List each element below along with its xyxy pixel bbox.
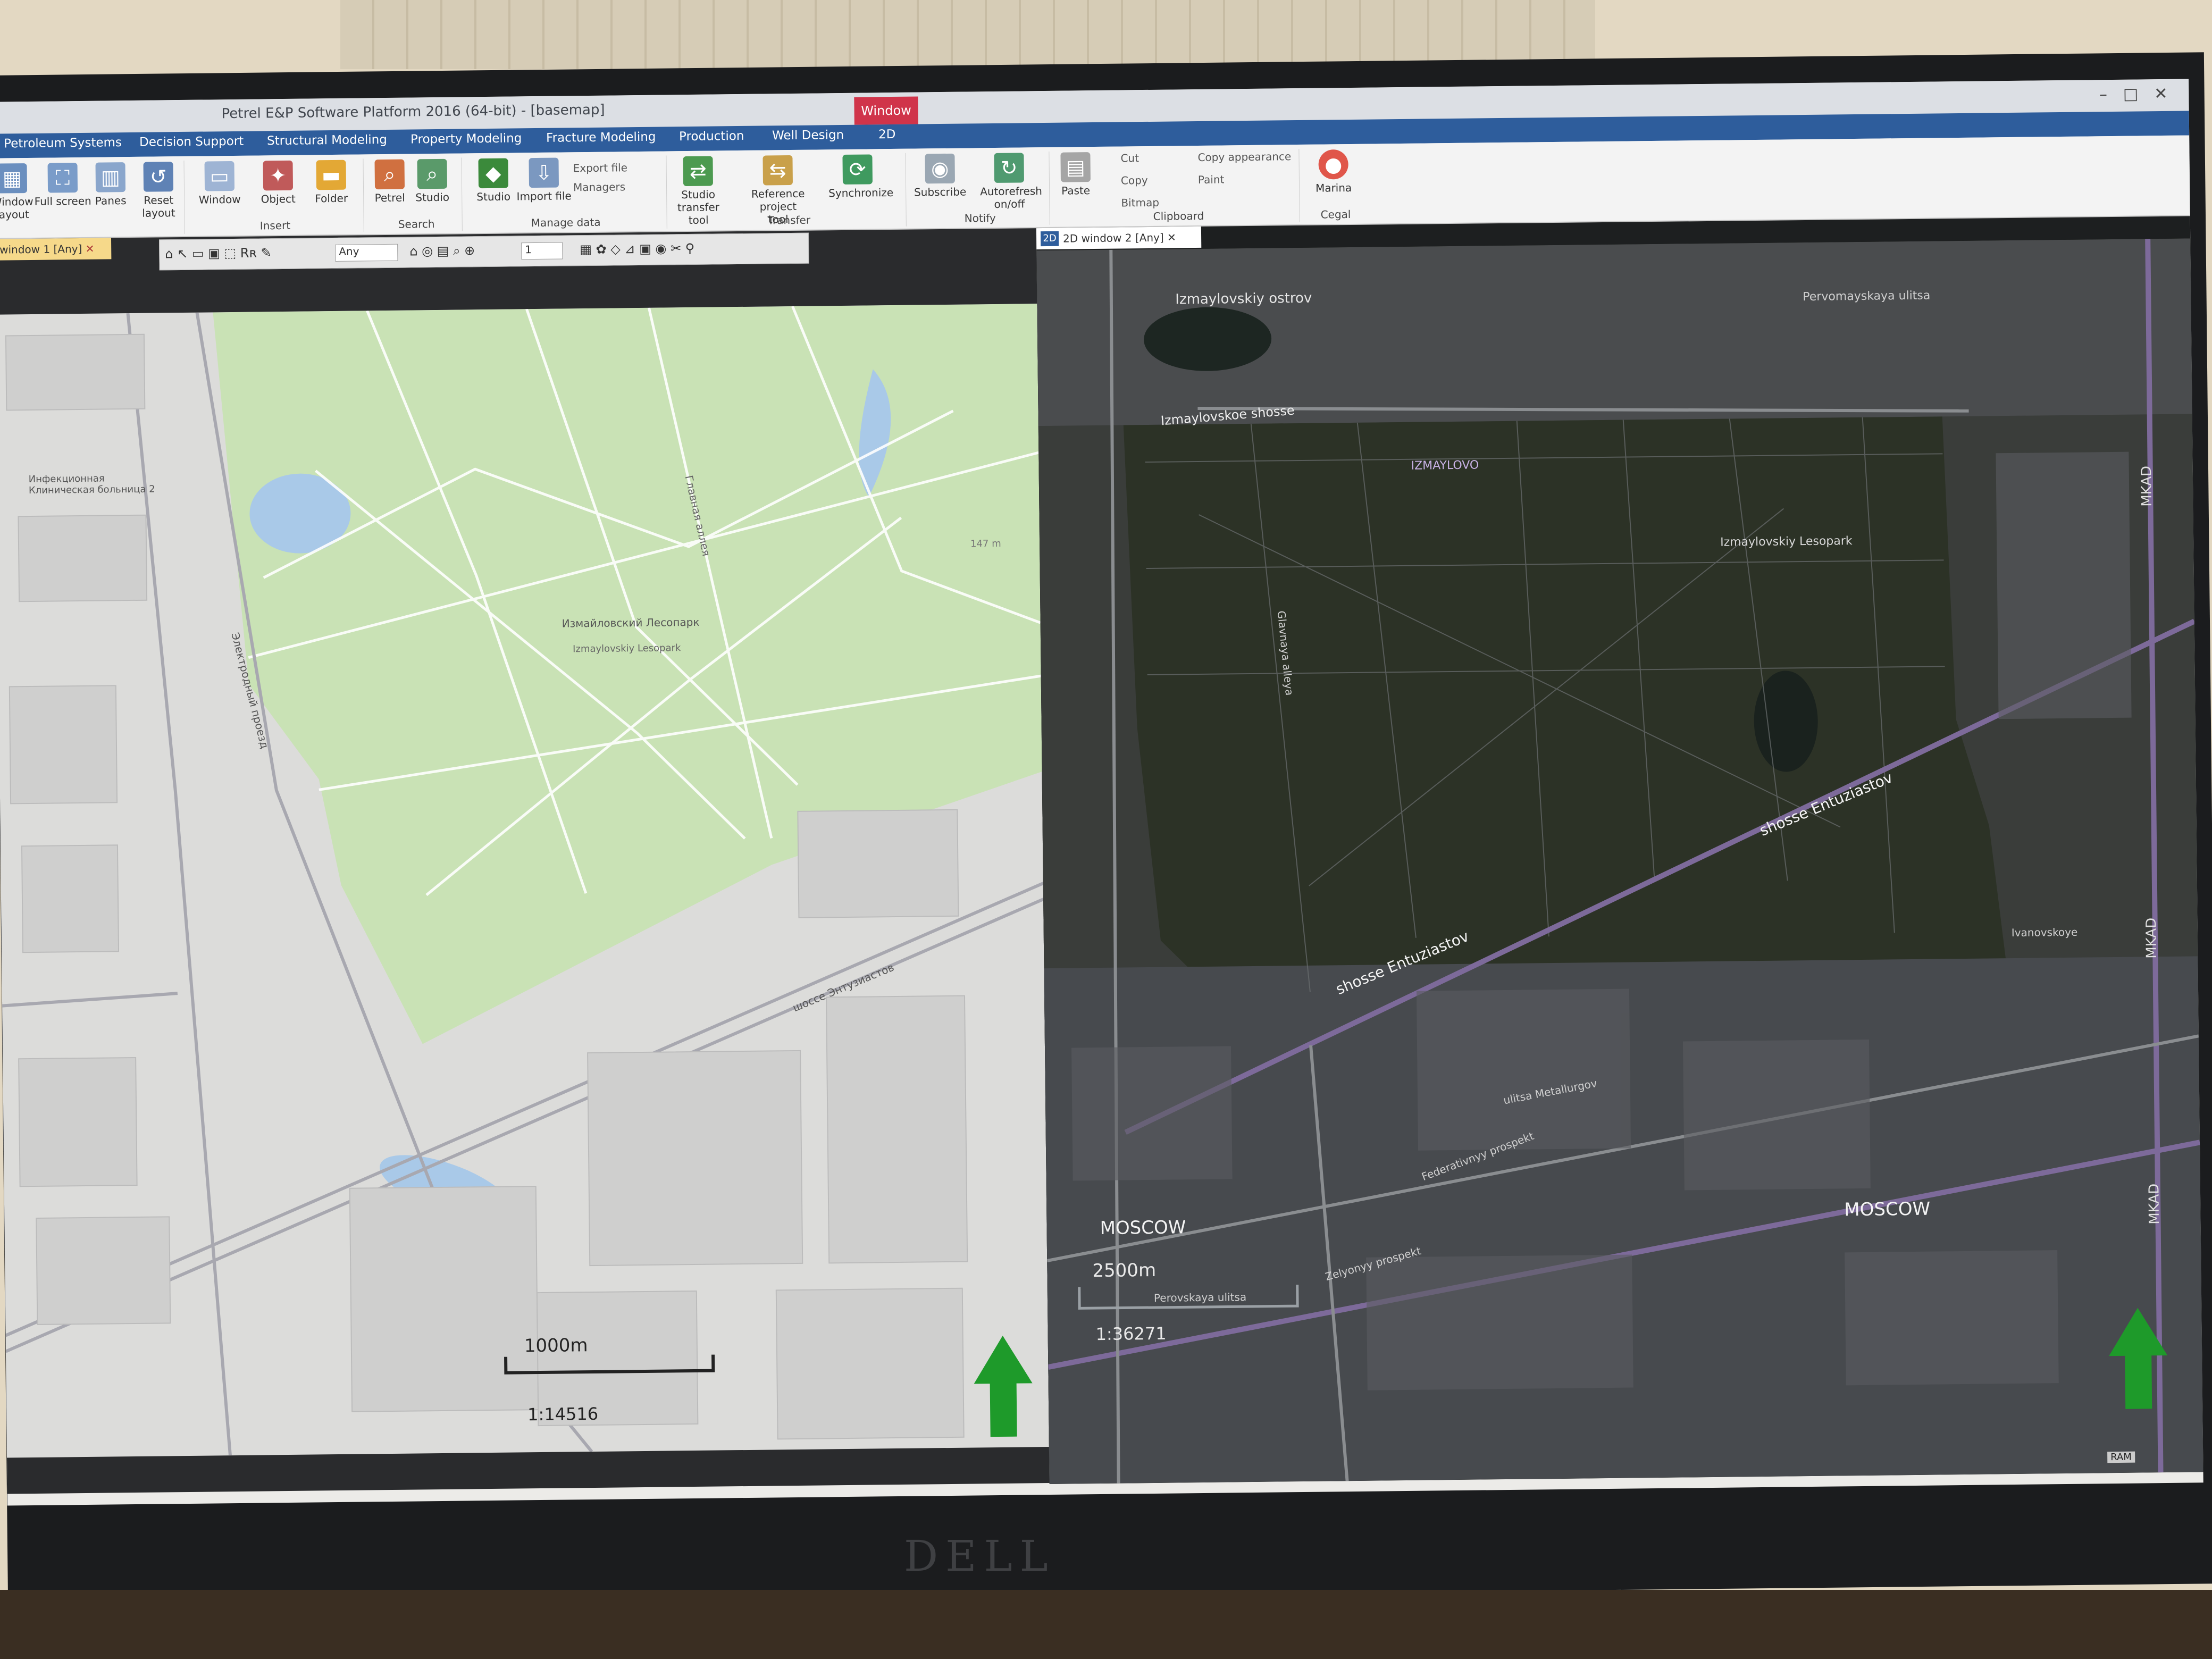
desk — [0, 1590, 2212, 1659]
rss-icon: ◉ — [925, 153, 955, 184]
copy-appearance-button[interactable]: Copy appearance — [1197, 150, 1291, 164]
street-label: Pervomayskaya ulitsa — [1803, 289, 1931, 304]
clipboard-group-label: Clipboard — [1153, 209, 1204, 223]
tab-2d[interactable]: 2D — [878, 128, 896, 141]
2d-icon: 2D — [1040, 231, 1059, 247]
reset-layout-button[interactable]: ↺ Reset layout — [129, 162, 188, 220]
group-separator — [666, 155, 667, 229]
district-label: IZMAYLOVO — [1411, 458, 1479, 473]
left-map-view[interactable]: Измайловский Лесопарк Izmaylovskiy Lesop… — [0, 304, 1049, 1458]
autorefresh-button[interactable]: ↻ Autorefresh on/off — [979, 153, 1042, 211]
scale-ratio: 1:36271 — [1095, 1323, 1167, 1345]
studio-search-button[interactable]: ⌕ Studio — [403, 158, 462, 204]
group-separator — [905, 153, 907, 227]
window-blinds — [340, 0, 1595, 69]
folder-icon: ▬ — [316, 160, 347, 190]
close-icon: ✕ — [1167, 231, 1176, 244]
search-icon: ⌕ — [374, 159, 405, 190]
group-separator — [1298, 148, 1300, 222]
cegal-group-label: Cegal — [1320, 207, 1351, 221]
mkad-label-3: MKAD — [2146, 1183, 2163, 1225]
bitmap-button[interactable]: Bitmap — [1121, 196, 1159, 210]
paint-button[interactable]: Paint — [1198, 173, 1225, 186]
park-label-ru: Измайловский Лесопарк — [562, 615, 700, 630]
synchronize-button[interactable]: ⟳ Synchronize — [828, 154, 893, 199]
park-label: Izmaylovskiy Lesopark — [1720, 534, 1853, 549]
transfer-group-label: Transfer — [767, 213, 811, 227]
layout-icon: ▦ — [0, 163, 28, 194]
toolbar-icons-3[interactable]: ▦ ✿ ◇ ⊿ ▣ ◉ ✂ ⚲ — [580, 241, 694, 257]
hospital-label: Инфекционная Клиническая больница 2 — [28, 473, 155, 497]
mkad-label: MKAD — [2139, 465, 2155, 507]
scale-ratio: 1:14516 — [527, 1403, 599, 1425]
island-label: Izmaylovskiy ostrov — [1175, 290, 1312, 308]
street-map-svg — [2, 304, 1044, 1456]
tab-2d-window-2[interactable]: 2D 2D window 2 [Any] ✕ — [1036, 226, 1202, 250]
toolbar-icons[interactable]: ⌂ ↖ ▭ ▣ ⬚ Rʀ ✎ — [165, 245, 272, 261]
window-controls[interactable]: –□✕ — [2099, 85, 2184, 104]
tab-window-1[interactable]: window 1 [Any] ✕ — [0, 238, 112, 261]
studio-transfer-tool-button[interactable]: ⇄ Studio transfer tool — [668, 156, 727, 227]
transfer-icon: ⇄ — [683, 156, 714, 187]
tab-petroleum-systems[interactable]: Petroleum Systems — [4, 136, 122, 150]
street-label-2: Perovskaya ulitsa — [1153, 1291, 1247, 1304]
managers-button[interactable]: Managers — [573, 180, 625, 194]
status-indicator: RAM — [2107, 1451, 2135, 1463]
paste-icon: ▤ — [1060, 152, 1091, 182]
tab-decision-support[interactable]: Decision Support — [139, 135, 244, 149]
search-icon: ⌕ — [417, 158, 448, 189]
object-icon: ✦ — [263, 160, 294, 191]
paste-button[interactable]: ▤ Paste — [1046, 152, 1105, 197]
close-icon: ✕ — [85, 242, 95, 255]
export-file-button[interactable]: Export file — [573, 161, 628, 174]
scale-bar-label: 1000m — [524, 1335, 588, 1357]
tab-property-modeling[interactable]: Property Modeling — [410, 131, 522, 146]
city-label-2: MOSCOW — [1844, 1198, 1931, 1221]
elevation-label: 147 m — [970, 538, 1001, 550]
window-title: Petrel E&P Software Platform 2016 (64-bi… — [221, 102, 605, 122]
tab-well-design[interactable]: Well Design — [772, 128, 844, 143]
folder-button[interactable]: ▬ Folder — [301, 160, 361, 205]
tab-production[interactable]: Production — [679, 129, 744, 144]
manage-data-group-label: Manage data — [531, 215, 601, 230]
city-label: MOSCOW — [1100, 1217, 1186, 1239]
fullscreen-icon: ⛶ — [47, 163, 78, 193]
import-icon: ⇩ — [529, 157, 559, 188]
search-group-label: Search — [398, 217, 435, 231]
insert-group-label: Insert — [259, 219, 291, 232]
studio-icon: ◆ — [478, 158, 509, 189]
district-label-2: Ivanovskoye — [2011, 925, 2078, 940]
marina-icon: ● — [1318, 149, 1348, 180]
panes-icon: ▥ — [95, 162, 126, 192]
value-field[interactable]: 1 — [521, 242, 563, 260]
cut-button[interactable]: Cut — [1120, 152, 1139, 164]
import-file-button[interactable]: ⇩ Import file — [514, 157, 573, 203]
toolbar-icons-2[interactable]: ⌂ ◎ ▤ ⌕ ⊕ — [409, 243, 475, 258]
north-arrow — [974, 1335, 1033, 1437]
subscribe-button[interactable]: ◉ Subscribe — [910, 153, 969, 199]
reset-icon: ↺ — [143, 162, 174, 192]
monitor-brand-logo: DELL — [904, 1531, 1055, 1581]
marina-button[interactable]: ● Marina — [1304, 149, 1363, 195]
mkad-label-2: MKAD — [2143, 917, 2160, 959]
group-separator — [461, 157, 463, 231]
filter-select[interactable]: Any — [335, 244, 398, 262]
refresh-icon: ↻ — [994, 153, 1024, 183]
contextual-tab-window[interactable]: Window — [854, 96, 918, 125]
notify-group-label: Notify — [964, 211, 996, 225]
reference-icon: ⇆ — [763, 155, 793, 186]
scale-bar-label: 2500m — [1092, 1259, 1157, 1282]
object-button[interactable]: ✦ Object — [248, 160, 307, 206]
screen: Petrel E&P Software Platform 2016 (64-bi… — [0, 79, 2203, 1506]
window-button[interactable]: ▭ Window — [190, 161, 249, 206]
copy-button[interactable]: Copy — [1121, 174, 1148, 187]
sync-icon: ⟳ — [842, 154, 873, 185]
right-satellite-map-view[interactable]: Izmaylovskiy ostrov Izmaylovskoe shosse … — [1036, 238, 2203, 1485]
tab-fracture-modeling[interactable]: Fracture Modeling — [546, 130, 656, 145]
window-icon: ▭ — [204, 161, 235, 191]
tab-structural-modeling[interactable]: Structural Modeling — [267, 133, 387, 148]
park-label-en: Izmaylovskiy Lesopark — [573, 642, 681, 655]
